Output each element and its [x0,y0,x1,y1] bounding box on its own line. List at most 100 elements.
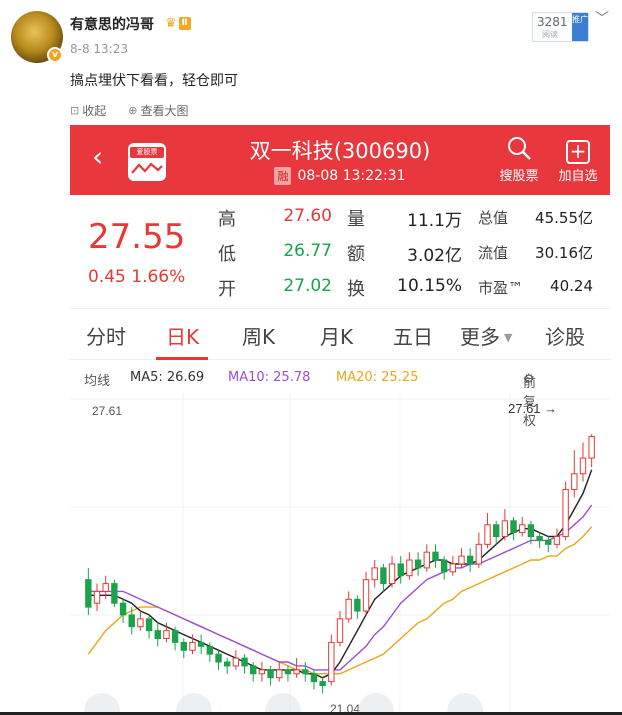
candle-body [440,559,448,573]
username[interactable]: 有意思的冯哥 [70,14,154,34]
change-value: 0.45 [88,267,126,287]
add-watchlist-button[interactable]: + 加自选 [550,135,606,184]
open-label: 开 [218,279,236,300]
candle-body [128,614,135,628]
high-label: 高 [218,209,236,230]
candle-body [579,457,587,475]
candle [302,662,309,682]
candle-body [258,669,266,675]
collect-label: 收起 [82,104,107,118]
candle-body [302,669,309,675]
ma-label: 均线 [84,374,111,389]
tab-five-day[interactable]: 五日 [393,321,433,350]
vip-badge: ♛ Ⅱ [165,15,191,32]
kline-chart[interactable]: 27.61 27.61 → 21.04 [70,393,610,715]
candle [180,638,187,659]
tab-monthly-k[interactable]: 月K [320,321,353,350]
candle-body [536,536,543,541]
candle [137,611,144,631]
search-stock-button[interactable]: 搜股票 [491,135,547,184]
candle [223,658,231,674]
candle [293,658,300,678]
candle-body [414,559,422,569]
candle-body [171,630,179,643]
view-large-label: 查看大图 [140,104,189,118]
candle [380,563,387,592]
candle-body [423,551,430,569]
candle-body [501,520,509,538]
settings-gear-icon: ⚙ [523,372,535,387]
candle-body [189,641,196,651]
candle [85,567,92,615]
candle-body [545,539,552,545]
chart-high-label: 27.61 [92,404,122,418]
candle-body [111,583,118,604]
candle [579,442,587,482]
chart-high-marker: 27.61 → [508,401,557,416]
tab-more[interactable]: 更多 ▼ [460,321,512,350]
high-value: 27.60 [283,206,332,226]
promote-button[interactable]: 推广 [572,13,588,41]
view-large-button[interactable]: ⊕ 查看大图 [128,102,188,119]
stock-header: ‹ 爱股票 双一科技(300690) 融 08-08 13:22:31 搜股票 +… [70,125,610,195]
candle [562,481,569,541]
quote-time: 08-08 13:22:31 [297,168,406,184]
market-cap-label: 总值 [478,209,509,227]
candle-body [371,567,378,581]
candle [336,611,344,647]
candle-body [223,661,231,667]
candle [466,548,474,572]
volume-value: 11.1万 [407,211,462,231]
candle [519,516,526,537]
turnover-value: 10.15% [397,276,462,296]
candle [328,634,335,686]
add-watchlist-label: 加自选 [558,169,598,184]
candle [414,552,422,576]
candle [145,614,153,639]
post-text: 搞点埋伏下看看，轻仓即可 [70,73,238,89]
read-count: 3281 [537,15,568,29]
pe-value: 40.24 [550,277,593,295]
chart-grid [70,393,610,715]
candle [371,560,378,588]
candle-body [241,657,248,667]
candle-body [406,559,413,577]
plus-icon: + [550,135,606,165]
search-icon [491,135,547,165]
low-label: 低 [218,244,236,265]
turnover-label: 换 [347,279,365,300]
tab-daily-k[interactable]: 日K [166,321,199,350]
candle-body [484,524,491,545]
candle-body [493,524,500,538]
tab-weekly-k[interactable]: 周K [242,321,275,350]
candle-body [336,618,344,643]
chevron-down-icon[interactable]: ﹀ [595,8,609,28]
tab-intraday[interactable]: 分时 [86,321,126,350]
candle [276,662,283,682]
collect-button[interactable]: ⊡ 收起 [70,102,106,119]
candle-body [145,618,153,632]
candle-body [397,563,404,577]
candle [423,544,430,572]
candle-body [466,555,474,565]
candle [432,544,439,568]
candle-body [527,524,535,538]
caret-down-icon: ▼ [504,331,513,344]
candle-body [102,583,109,592]
low-value: 26.77 [283,241,332,261]
search-stock-label: 搜股票 [499,169,539,184]
candle [267,665,274,686]
candle [93,583,101,612]
active-tab-indicator [156,357,208,360]
candle-body [137,618,144,628]
candle-body [250,665,257,675]
post-time: 8-8 13:23 [70,42,128,56]
stock-screenshot[interactable]: ‹ 爱股票 双一科技(300690) 融 08-08 13:22:31 搜股票 +… [70,125,610,715]
candle-body [293,669,300,675]
candle [536,532,543,549]
candle [484,512,491,549]
candle [510,516,517,541]
verified-badge-icon: v [47,47,63,63]
candle-body [345,598,352,620]
tab-diagnose[interactable]: 诊股 [545,321,585,350]
